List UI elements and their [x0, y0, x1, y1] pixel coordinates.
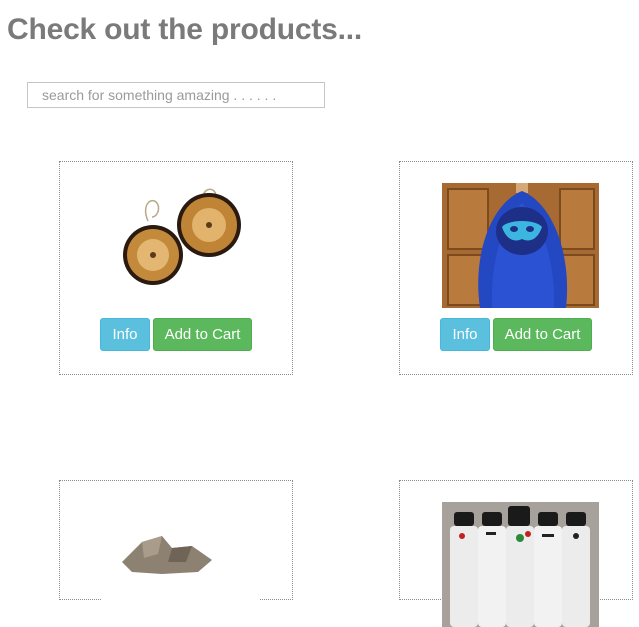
page-title: Check out the products...	[7, 13, 363, 46]
add-to-cart-button[interactable]: Add to Cart	[153, 318, 252, 351]
product-card-cape: Info Add to Cart	[399, 161, 633, 375]
info-button[interactable]: Info	[440, 318, 490, 351]
info-button[interactable]: Info	[100, 318, 150, 351]
product-card-bottles	[399, 480, 633, 627]
add-to-cart-button[interactable]: Add to Cart	[493, 318, 592, 351]
product-card-sculpture	[59, 480, 293, 627]
product-card-earrings: Info Add to Cart	[59, 161, 293, 375]
search-input[interactable]	[27, 82, 325, 108]
decorated-bottles-image[interactable]	[442, 502, 599, 627]
blue-cape-with-mask-image[interactable]	[442, 183, 599, 308]
wooden-slice-earrings-image[interactable]	[102, 183, 259, 308]
stone-sculpture-image[interactable]	[102, 502, 259, 627]
